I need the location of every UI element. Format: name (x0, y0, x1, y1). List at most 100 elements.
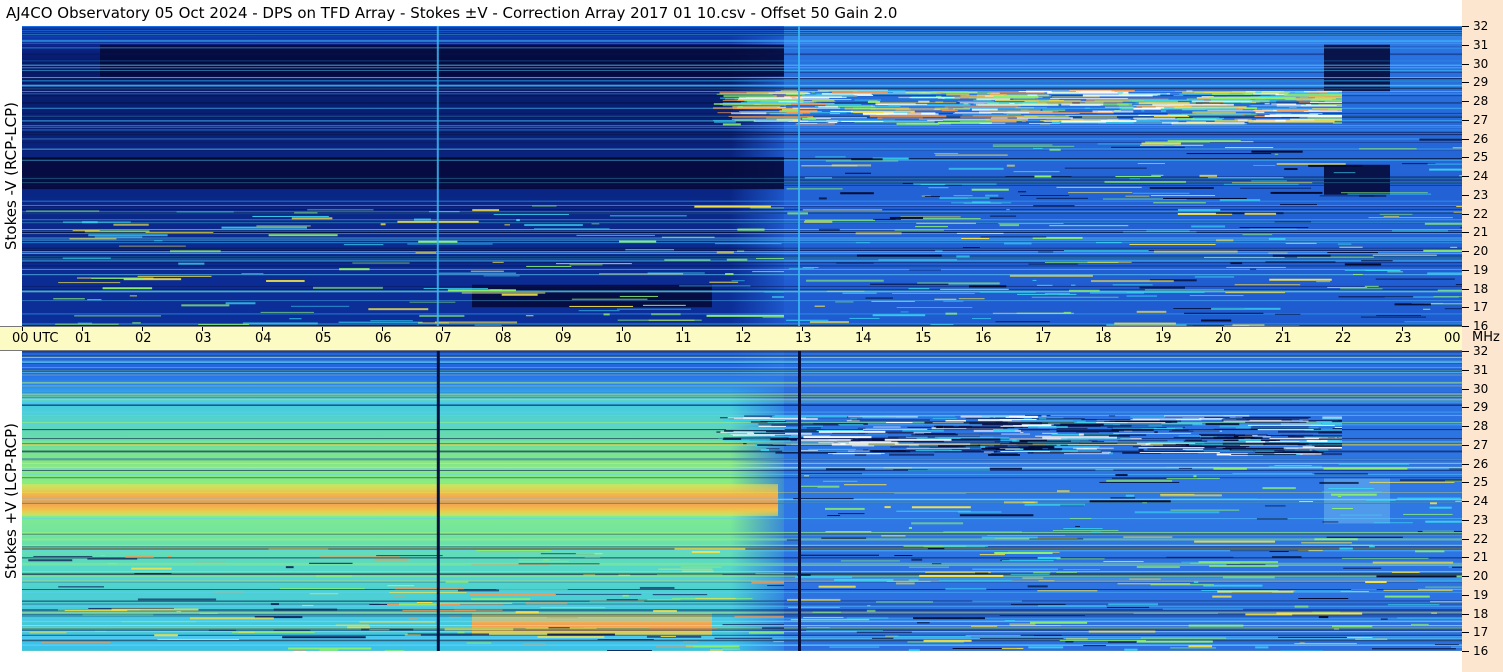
bottom-lower-rfi-streak (838, 513, 865, 515)
top-left-rfi-streak (370, 320, 413, 322)
top-rfi-streak (731, 112, 767, 115)
bottom-hline (22, 374, 1462, 376)
top-lower-rfi-streak (979, 291, 1036, 293)
freq-tick (1462, 82, 1469, 84)
bottom-rfi-streak (1219, 425, 1253, 428)
top-left-rfi-streak (417, 322, 449, 324)
freq-tick-label: 27 (1473, 112, 1489, 127)
bottom-left-rfi-streak (273, 608, 338, 611)
bottom-lower-rfi-streak (1430, 601, 1462, 603)
top-left-rfi-streak (169, 250, 221, 253)
bottom-rfi-streak (1183, 440, 1208, 442)
bottom-lower-rfi-streak (800, 485, 818, 487)
bottom-rfi-streak (1257, 429, 1314, 431)
top-rfi-streak (830, 110, 853, 112)
freq-tick (1462, 369, 1469, 371)
bottom-lower-rfi-streak (1391, 571, 1420, 573)
bottom-lower-rfi-streak (790, 619, 870, 621)
bottom-left-rfi-streak (100, 554, 106, 556)
bottom-rfi-streak (860, 415, 889, 417)
top-lower-rfi-streak (826, 290, 865, 292)
top-lower-rfi-streak (940, 288, 1009, 290)
bottom-left-rfi-streak (157, 639, 240, 641)
top-lower-rfi-streak (1419, 138, 1462, 141)
top-rfi-streak (991, 116, 1069, 118)
bottom-lower-rfi-streak (1217, 590, 1294, 593)
top-hline (22, 268, 1462, 270)
bottom-rfi-streak (758, 425, 787, 427)
bottom-left-rfi-streak (33, 555, 93, 557)
bottom-left-rfi-streak (335, 624, 369, 626)
bottom-lower-rfi-streak (1125, 494, 1135, 497)
top-rfi-streak (962, 114, 1009, 116)
bottom-rfi-streak (1278, 430, 1342, 433)
frequency-unit-label: MHz (1472, 330, 1500, 345)
top-rfi-streak (993, 95, 1039, 98)
top-hline (22, 179, 1462, 181)
top-rfi-streak (1141, 110, 1145, 112)
top-lower-rfi-streak (961, 238, 990, 240)
top-lower-rfi-streak (1339, 246, 1363, 248)
bottom-lower-rfi-streak (825, 531, 872, 533)
bottom-rfi-streak (1219, 450, 1279, 452)
bottom-rfi-streak (1171, 429, 1189, 431)
freq-tick (1462, 194, 1469, 196)
top-lower-rfi-streak (935, 250, 943, 252)
bottom-rfi-streak (818, 430, 886, 433)
bottom-rfi-streak (786, 438, 856, 440)
top-lower-rfi-streak (851, 158, 883, 161)
bottom-lower-rfi-streak (971, 625, 998, 627)
top-left-rfi-streak (58, 282, 121, 284)
bottom-lower-rfi-streak (975, 572, 989, 574)
top-left-rfi-streak (576, 234, 655, 236)
top-rfi-streak (807, 117, 867, 119)
bottom-left-rfi-streak (137, 598, 217, 601)
top-rfi-streak (936, 92, 943, 94)
top-lower-rfi-streak (787, 212, 808, 215)
time-tick-label: 14 (855, 331, 872, 346)
freq-tick-label: 25 (1473, 475, 1489, 490)
top-left-rfi-streak (661, 236, 715, 238)
bottom-left-rfi-streak (658, 568, 713, 570)
bottom-lower-rfi-streak (1124, 648, 1138, 651)
top-lower-rfi-streak (958, 298, 985, 300)
top-lower-rfi-streak (1230, 262, 1243, 265)
bottom-lower-rfi-streak (1417, 588, 1462, 590)
top-left-rfi-streak (154, 240, 163, 242)
bottom-rfi-streak (1322, 416, 1342, 419)
top-lower-rfi-streak (920, 183, 946, 185)
top-left-rfi-streak (725, 273, 734, 276)
bottom-left-rfi-streak (478, 626, 524, 628)
top-rfi-streak (994, 100, 1064, 102)
bottom-left-rfi-streak (471, 598, 531, 601)
bottom-hline (22, 605, 1462, 607)
freq-tick (1462, 101, 1469, 102)
bottom-lower-rfi-streak (908, 649, 920, 651)
top-lower-rfi-streak (814, 305, 825, 307)
freq-tick-label: 19 (1473, 587, 1489, 602)
top-lower-rfi-streak (1203, 256, 1285, 258)
top-left-rfi-streak (625, 249, 675, 251)
bottom-hline (22, 539, 1462, 541)
top-lower-rfi-streak (1375, 278, 1455, 280)
bottom-rfi-streak (1245, 440, 1266, 443)
top-left-rfi-streak (221, 226, 308, 229)
bottom-left-rfi-streak (408, 618, 418, 620)
bottom-lower-rfi-streak (1108, 603, 1159, 606)
top-vertical-line (798, 26, 800, 326)
bottom-lower-rfi-streak (1099, 481, 1180, 483)
freq-tick-label: 28 (1473, 419, 1489, 433)
bottom-left-rfi-streak (94, 630, 107, 632)
bottom-left-rfi-streak (359, 621, 436, 623)
bottom-lower-rfi-streak (799, 473, 863, 475)
top-lower-rfi-streak (1191, 225, 1226, 228)
bottom-lower-rfi-streak (896, 510, 971, 512)
top-lower-rfi-streak (1091, 280, 1174, 283)
bottom-lower-rfi-streak (1328, 487, 1375, 489)
top-rfi-streak (1117, 103, 1133, 106)
bottom-hline (22, 368, 1462, 370)
top-lower-rfi-streak (1249, 268, 1257, 270)
bottom-left-rfi-streak (471, 564, 550, 566)
freq-tick-label: 29 (1473, 75, 1489, 90)
freq-tick-label: 21 (1473, 550, 1489, 565)
